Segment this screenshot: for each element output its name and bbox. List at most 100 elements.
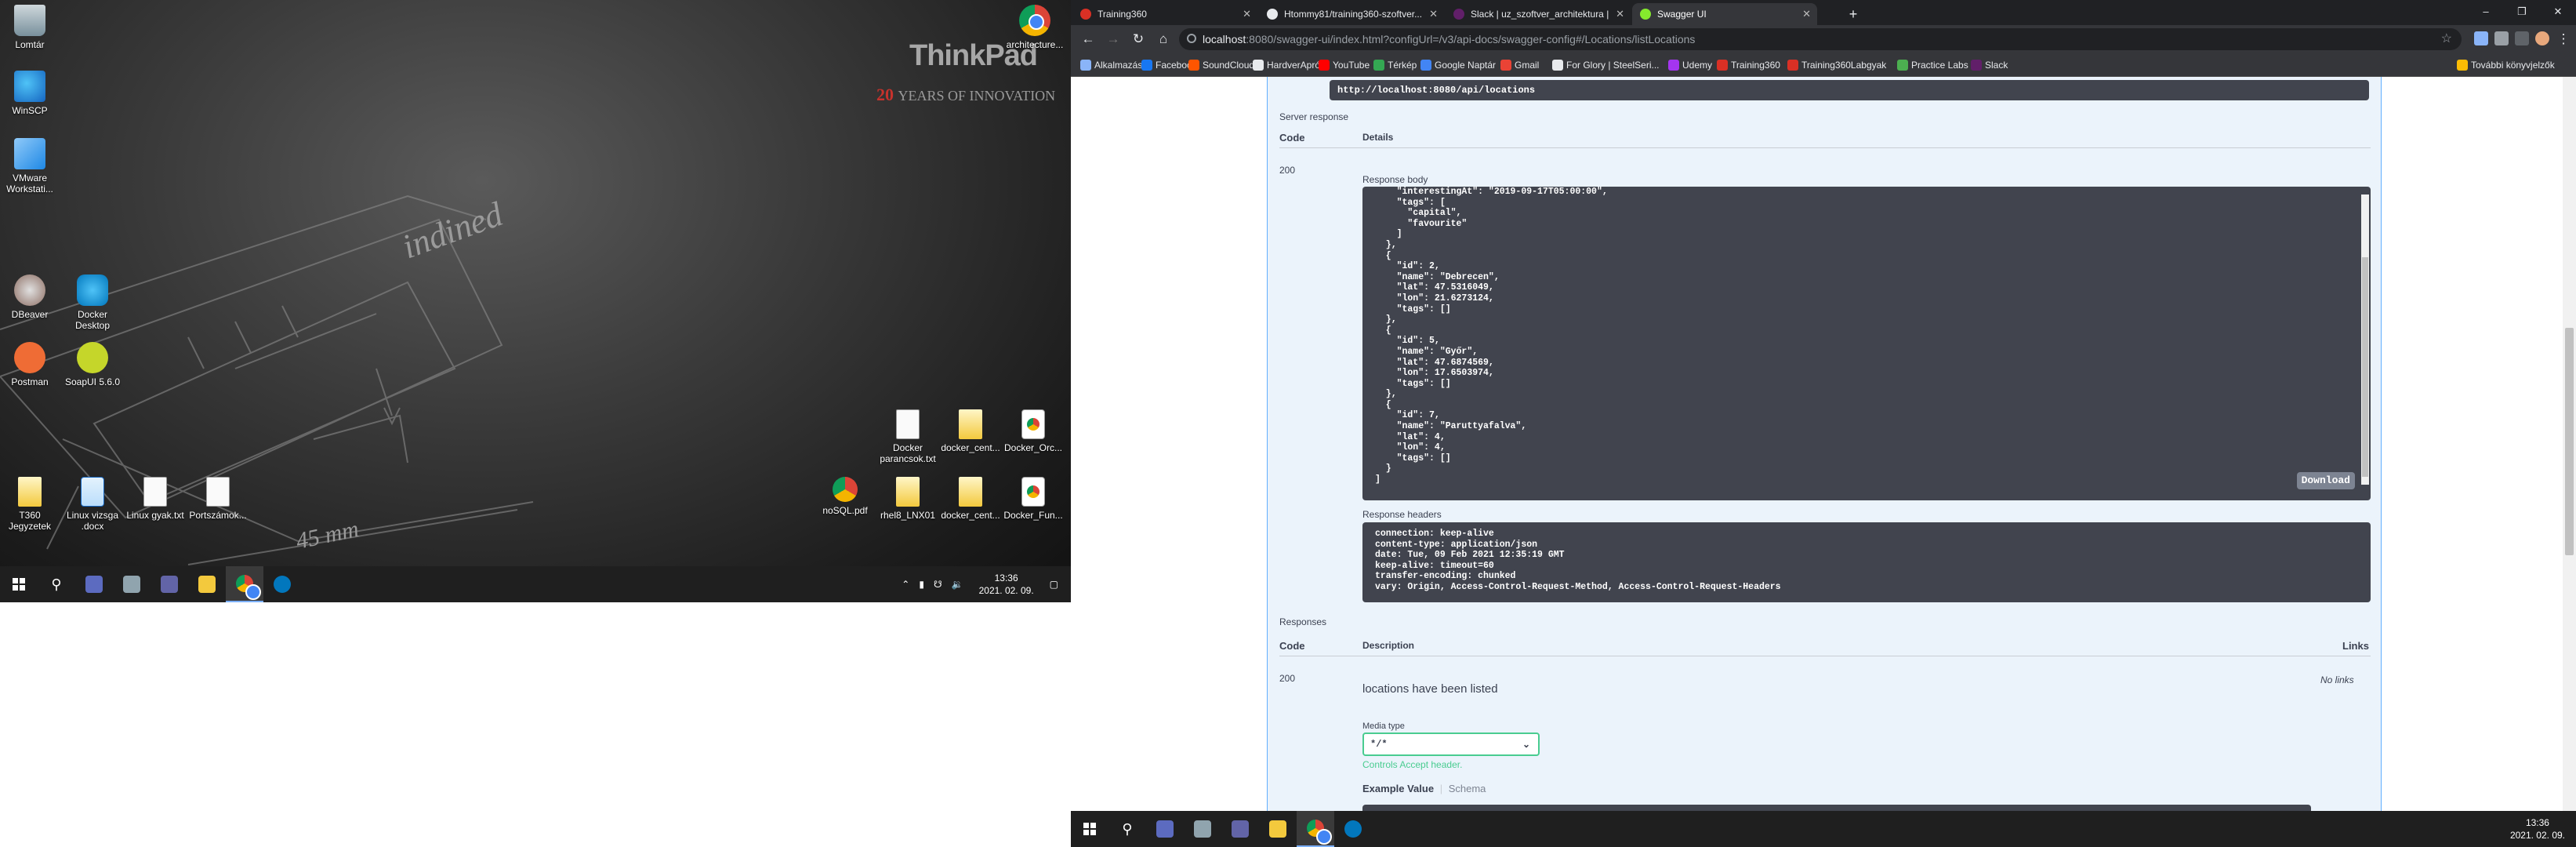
bookmarks-bar: Alkalmazások Facebook SoundCloud Hardver… bbox=[1071, 53, 2576, 77]
start-button[interactable] bbox=[0, 566, 38, 602]
desktop-icon-rhel8[interactable]: rhel8_LNX01 bbox=[875, 477, 941, 521]
taskbar-app-1[interactable] bbox=[75, 566, 113, 602]
extensions-puzzle-icon[interactable] bbox=[2494, 31, 2509, 45]
start-button[interactable] bbox=[1071, 811, 1108, 847]
profile-avatar[interactable] bbox=[2535, 31, 2549, 45]
taskbar-docker[interactable] bbox=[263, 566, 301, 602]
tab-github[interactable]: Htommy81/training360-szoftver... ✕ bbox=[1259, 3, 1444, 25]
reload-button[interactable]: ↻ bbox=[1127, 28, 1149, 50]
bookmark-steelseries[interactable]: For Glory | SteelSeri... bbox=[1551, 53, 1659, 77]
taskbar-teams[interactable] bbox=[1221, 811, 1259, 847]
desktop-icon-vmware[interactable]: VMware Workstati... bbox=[0, 138, 63, 194]
tab-swagger-ui[interactable]: Swagger UI ✕ bbox=[1632, 3, 1817, 25]
taskbar-app-2[interactable] bbox=[1184, 811, 1221, 847]
bookmark-gmail[interactable]: Gmail bbox=[1499, 53, 1539, 77]
minimize-button[interactable]: – bbox=[2468, 0, 2504, 24]
taskbar-clock[interactable]: 13:36 2021. 02. 09. bbox=[2499, 816, 2576, 842]
taskbar-docker[interactable] bbox=[1334, 811, 1372, 847]
docker-icon bbox=[1344, 820, 1362, 838]
bookmark-training360labgyak[interactable]: Training360Labgyak bbox=[1786, 53, 1886, 77]
response-body-code[interactable]: "interestingAt": "2019-09-17T05:00:00", … bbox=[1362, 187, 2371, 500]
bookmark-youtube[interactable]: YouTube bbox=[1317, 53, 1370, 77]
response-body-label: Response body bbox=[1362, 174, 1428, 185]
desktop-icon-winscp[interactable]: WinSCP bbox=[0, 71, 63, 116]
close-window-button[interactable]: ✕ bbox=[2540, 0, 2576, 24]
taskbar-chrome[interactable] bbox=[1297, 811, 1334, 847]
desktop-icon-dbeaver[interactable]: DBeaver bbox=[0, 274, 63, 320]
desktop-icon-nosql-pdf[interactable]: noSQL.pdf bbox=[812, 477, 878, 516]
menu-kebab-icon[interactable]: ⋮ bbox=[2552, 28, 2574, 50]
taskbar-teams[interactable] bbox=[151, 566, 188, 602]
download-button[interactable]: Download bbox=[2296, 472, 2355, 489]
forward-button[interactable]: → bbox=[1102, 28, 1124, 50]
tab-example-value[interactable]: Example Value bbox=[1362, 783, 1434, 794]
page-scrollbar-thumb[interactable] bbox=[2565, 328, 2574, 555]
youtube-icon bbox=[1319, 60, 1330, 71]
taskbar-app-2[interactable] bbox=[113, 566, 151, 602]
bookmark-slack[interactable]: Slack bbox=[1969, 53, 2008, 77]
network-icon[interactable]: ☋ bbox=[929, 579, 947, 590]
response-body-scrollbar[interactable] bbox=[2361, 194, 2369, 485]
tab-close-icon[interactable]: ✕ bbox=[1616, 3, 1624, 25]
desktop-icon-docker[interactable]: Docker Desktop bbox=[60, 274, 125, 331]
folder-icon bbox=[896, 477, 920, 507]
scrollbar-thumb[interactable] bbox=[2362, 257, 2368, 477]
chrome-file-icon bbox=[1021, 409, 1045, 439]
search-button[interactable]: ⚲ bbox=[1108, 811, 1146, 847]
tab-close-icon[interactable]: ✕ bbox=[1243, 3, 1251, 25]
extension-icon[interactable] bbox=[2474, 31, 2488, 45]
bookmark-soundcloud[interactable]: SoundCloud bbox=[1187, 53, 1254, 77]
tab-close-icon[interactable]: ✕ bbox=[1429, 3, 1438, 25]
bookmark-practice-labs[interactable]: Practice Labs bbox=[1896, 53, 1968, 77]
bookmark-google-naptar[interactable]: Google Naptár bbox=[1419, 53, 1496, 77]
desktop-icon-postman[interactable]: Postman bbox=[0, 342, 63, 387]
info-icon[interactable] bbox=[1187, 34, 1196, 43]
bookmark-terkep[interactable]: Térkép bbox=[1372, 53, 1417, 77]
desktop-icon-linux-vizsga[interactable]: Linux vizsga .docx bbox=[60, 477, 125, 532]
desktop-icon-docker-cent-2[interactable]: docker_cent... bbox=[938, 477, 1003, 521]
address-bar[interactable]: localhost:8080/swagger-ui/index.html?con… bbox=[1179, 28, 2462, 50]
request-url: http://localhost:8080/api/locations bbox=[1330, 80, 2369, 100]
page-scrollbar[interactable] bbox=[2563, 77, 2576, 811]
home-button[interactable]: ⌂ bbox=[1152, 28, 1174, 50]
chevron-up-icon[interactable]: ⌃ bbox=[897, 579, 914, 590]
desktop-icon-architecture[interactable]: architecture... bbox=[1002, 5, 1068, 50]
reading-list-icon[interactable] bbox=[2515, 31, 2529, 45]
back-button[interactable]: ← bbox=[1077, 28, 1099, 50]
links-column-header: Links bbox=[2342, 640, 2369, 652]
tab-training360[interactable]: Training360 ✕ bbox=[1072, 3, 1257, 25]
tab-schema[interactable]: Schema bbox=[1449, 783, 1486, 794]
calendar-icon bbox=[1420, 60, 1431, 71]
bookmark-star-icon[interactable]: ☆ bbox=[2441, 28, 2452, 50]
bookmark-udemy[interactable]: Udemy bbox=[1667, 53, 1712, 77]
desktop-icon-docker-parancsok[interactable]: Docker parancsok.txt bbox=[875, 409, 941, 464]
taskbar-app-1[interactable] bbox=[1146, 811, 1184, 847]
desktop-icon-docker-orc[interactable]: Docker_Orc... bbox=[1000, 409, 1066, 453]
bookmark-training360[interactable]: Training360 bbox=[1715, 53, 1780, 77]
bookmark-other[interactable]: További könyvjelzők bbox=[2455, 53, 2555, 77]
desktop-icon-docker-fun[interactable]: Docker_Fun... bbox=[1000, 477, 1066, 521]
desktop-icon-linux-gyak[interactable]: Linux gyak.txt bbox=[122, 477, 188, 521]
taskbar-clock[interactable]: 13:36 2021. 02. 09. bbox=[968, 572, 1045, 597]
details-column-header: Details bbox=[1362, 132, 1394, 143]
taskbar-file-explorer[interactable] bbox=[188, 566, 226, 602]
taskbar-file-explorer[interactable] bbox=[1259, 811, 1297, 847]
desktop-icon-t360-jegyzetek[interactable]: T360 Jegyzetek bbox=[0, 477, 63, 532]
bookmark-hardverapro[interactable]: HardverApró bbox=[1251, 53, 1320, 77]
desktop-icon-recycle-bin[interactable]: Lomtár bbox=[0, 5, 63, 50]
maximize-button[interactable]: ❐ bbox=[2504, 0, 2540, 24]
tab-close-icon[interactable]: ✕ bbox=[1802, 3, 1811, 25]
desktop-icon-docker-cent-1[interactable]: docker_cent... bbox=[938, 409, 1003, 453]
battery-icon[interactable]: ▮ bbox=[914, 579, 929, 590]
taskbar-chrome[interactable] bbox=[226, 566, 263, 602]
desktop-icon-portszamok[interactable]: Portszámok... bbox=[185, 477, 251, 521]
response-description: locations have been listed bbox=[1362, 682, 1498, 696]
volume-icon[interactable]: 🔉 bbox=[947, 579, 968, 590]
notification-icon[interactable]: ▢ bbox=[1045, 579, 1071, 590]
tab-slack[interactable]: Slack | uz_szoftver_architektura | ✕ bbox=[1446, 3, 1631, 25]
search-button[interactable]: ⚲ bbox=[38, 566, 75, 602]
desktop-icon-soapui[interactable]: SoapUI 5.6.0 bbox=[60, 342, 125, 387]
new-tab-button[interactable]: + bbox=[1842, 3, 1864, 25]
media-type-select[interactable]: */* ⌄ bbox=[1362, 732, 1540, 756]
swagger-page: http://localhost:8080/api/locations Serv… bbox=[1071, 77, 2576, 811]
